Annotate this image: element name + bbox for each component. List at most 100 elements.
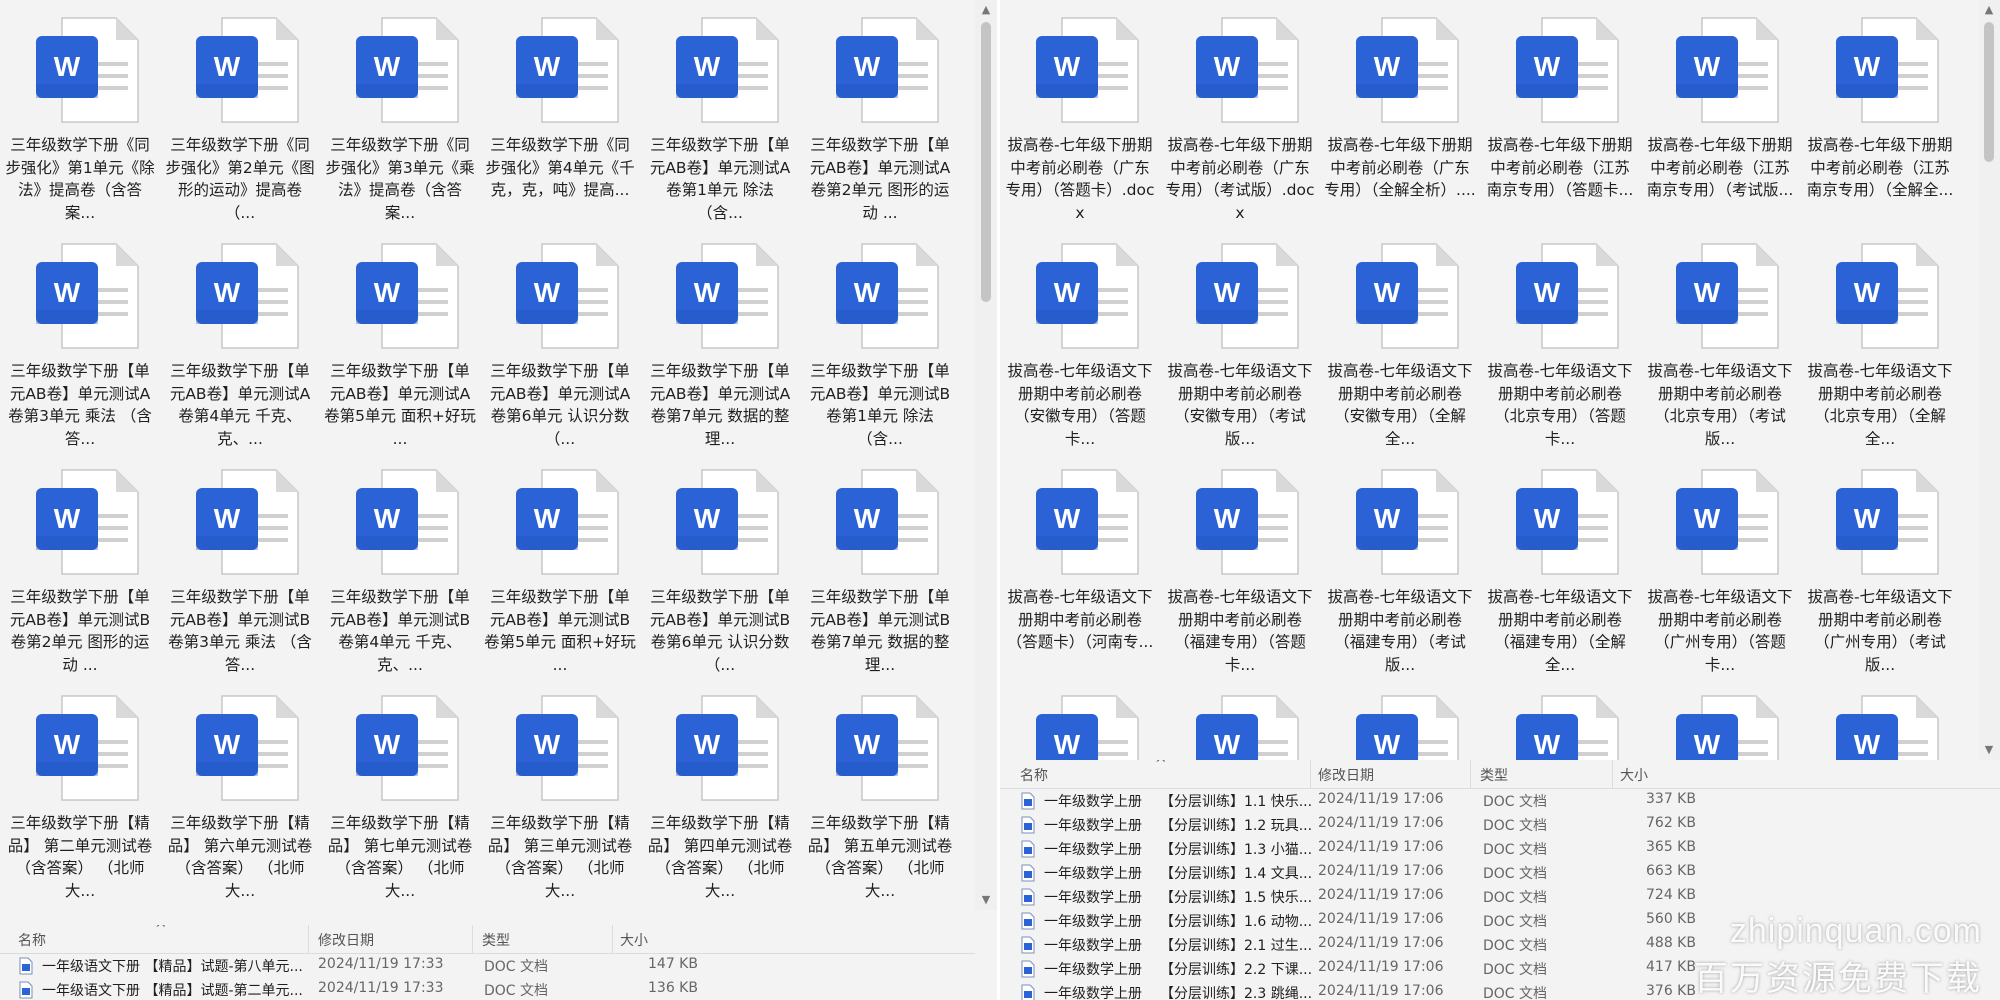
file-tile[interactable]: W 拔高卷-七年级语文下册期中考前必刷卷（答题卡）（河南专... <box>1000 452 1160 678</box>
file-tile[interactable]: W 拔高卷-七年级语文下册期中考前必刷卷（安徽专用）（考试版... <box>1160 226 1320 452</box>
file-tile[interactable]: W 三年级数学下册《同步强化》第2单元《图形的运动》提高卷（... <box>160 0 320 226</box>
file-tile[interactable]: W 三年级数学下册【精品】 第二单元测试卷 （含答案） （北师大... <box>0 678 160 904</box>
file-tile[interactable]: W <box>1480 678 1640 760</box>
list-row[interactable]: 一年级数学上册 【分层训练】1.4 文具... 2024/11/19 17:06 DO… <box>1000 861 2000 885</box>
row-date: 2024/11/19 17:06 <box>1318 815 1444 831</box>
scroll-down-arrow-icon[interactable]: ▼ <box>975 890 997 910</box>
file-tile[interactable]: W 三年级数学下册【精品】 第七单元测试卷 （含答案） （北师大... <box>320 678 480 904</box>
file-tile[interactable]: W 三年级数学下册【单元AB卷】单元测试A卷第6单元 认识分数 （... <box>480 226 640 452</box>
scroll-up-arrow-icon[interactable]: ▲ <box>975 0 997 20</box>
file-tile[interactable]: W 拔高卷-七年级下册期中考前必刷卷（广东专用）（答题卡）.docx <box>1000 0 1160 226</box>
file-tile[interactable]: W 三年级数学下册【单元AB卷】单元测试A卷第3单元 乘法 （含答... <box>0 226 160 452</box>
file-tile[interactable]: W 拔高卷-七年级语文下册期中考前必刷卷（广州专用）（考试版... <box>1800 452 1960 678</box>
file-tile[interactable]: W 拔高卷-七年级下册期中考前必刷卷（江苏南京专用）（答题卡... <box>1480 0 1640 226</box>
word-letter: W <box>373 51 401 82</box>
scrollbar-thumb[interactable] <box>981 22 991 302</box>
scroll-down-arrow-icon[interactable]: ▼ <box>1978 740 2000 760</box>
right-grid-scrollbar[interactable]: ▲ ▼ <box>1978 0 2000 760</box>
word-letter: W <box>1533 729 1561 760</box>
file-tile[interactable]: W 拔高卷-七年级语文下册期中考前必刷卷（北京专用）（全解全... <box>1800 226 1960 452</box>
file-tile[interactable]: W 拔高卷-七年级语文下册期中考前必刷卷（广州专用）（答题卡... <box>1640 452 1800 678</box>
column-header-name[interactable]: 名称 <box>18 930 46 950</box>
scrollbar-thumb[interactable] <box>1984 22 1994 162</box>
word-letter: W <box>1853 503 1881 534</box>
row-size: 376 KB <box>1646 983 1696 999</box>
file-tile[interactable]: W 三年级数学下册【单元AB卷】单元测试A卷第4单元 千克、克、... <box>160 226 320 452</box>
file-tile[interactable]: W 三年级数学下册【单元AB卷】单元测试A卷第7单元 数据的整理... <box>640 226 800 452</box>
file-tile[interactable]: W <box>1320 678 1480 760</box>
row-grade: 一年级数学上册 <box>1044 866 1142 882</box>
column-separator[interactable] <box>472 925 473 953</box>
word-document-icon: W <box>1672 14 1784 126</box>
file-tile[interactable]: W 拔高卷-七年级语文下册期中考前必刷卷（北京专用）（考试版... <box>1640 226 1800 452</box>
column-header-type[interactable]: 类型 <box>482 930 510 950</box>
file-tile[interactable]: W 拔高卷-七年级下册期中考前必刷卷（江苏南京专用）（全解全... <box>1800 0 1960 226</box>
column-separator[interactable] <box>612 925 613 953</box>
doc-file-icon <box>1021 816 1035 834</box>
file-tile[interactable]: W 三年级数学下册【单元AB卷】单元测试B卷第5单元 面积+好玩 ... <box>480 452 640 678</box>
file-tile[interactable]: W <box>1160 678 1320 760</box>
file-tile[interactable]: W 三年级数学下册【单元AB卷】单元测试B卷第4单元 千克、克、... <box>320 452 480 678</box>
column-header-date[interactable]: 修改日期 <box>318 930 374 950</box>
list-row[interactable]: 一年级语文下册 【精品】试题-第八单元... 2024/11/19 17:33 DO… <box>0 954 975 978</box>
left-grid-scrollbar[interactable]: ▲ ▼ <box>975 0 997 910</box>
file-tile[interactable]: W 三年级数学下册【精品】 第三单元测试卷 （含答案） （北师大... <box>480 678 640 904</box>
row-name: 【分层训练】2.2 下课... <box>1160 962 1313 978</box>
word-document-icon: W <box>1032 466 1144 578</box>
column-separator[interactable] <box>1470 760 1471 788</box>
file-tile[interactable]: W 三年级数学下册【单元AB卷】单元测试B卷第1单元 除法 （含... <box>800 226 960 452</box>
list-row[interactable]: 一年级数学上册 【分层训练】1.2 玩具... 2024/11/19 17:06 DO… <box>1000 813 2000 837</box>
list-row[interactable]: 一年级数学上册 【分层训练】1.3 小猫... 2024/11/19 17:06 DO… <box>1000 837 2000 861</box>
file-tile[interactable]: W 三年级数学下册【单元AB卷】单元测试B卷第6单元 认识分数 （... <box>640 452 800 678</box>
file-tile[interactable]: W 拔高卷-七年级语文下册期中考前必刷卷（福建专用）（全解全... <box>1480 452 1640 678</box>
file-tile[interactable]: W 拔高卷-七年级语文下册期中考前必刷卷（北京专用）（答题卡... <box>1480 226 1640 452</box>
file-tile[interactable]: W 三年级数学下册【单元AB卷】单元测试A卷第1单元 除法 （含... <box>640 0 800 226</box>
scroll-up-arrow-icon[interactable]: ▲ <box>1978 0 2000 20</box>
file-tile[interactable]: W 三年级数学下册《同步强化》第1单元《除法》提高卷（含答案... <box>0 0 160 226</box>
file-name: 三年级数学下册【精品】 第二单元测试卷 （含答案） （北师大... <box>7 814 153 900</box>
column-header-date[interactable]: 修改日期 <box>1318 765 1374 785</box>
file-tile[interactable]: W 拔高卷-七年级语文下册期中考前必刷卷（福建专用）（答题卡... <box>1160 452 1320 678</box>
file-tile[interactable]: W 拔高卷-七年级下册期中考前必刷卷（广东专用）（考试版）.docx <box>1160 0 1320 226</box>
file-tile[interactable]: W <box>1800 678 1960 760</box>
file-tile[interactable]: W 三年级数学下册【单元AB卷】单元测试B卷第7单元 数据的整理... <box>800 452 960 678</box>
list-row[interactable]: 一年级语文下册 【精品】试题-第二单元... 2024/11/19 17:33 DO… <box>0 978 975 1000</box>
file-tile[interactable]: W 三年级数学下册《同步强化》第4单元《千克，克，吨》提高... <box>480 0 640 226</box>
column-header-size[interactable]: 大小 <box>620 930 648 950</box>
word-letter: W <box>1853 51 1881 82</box>
file-tile[interactable]: W 拔高卷-七年级下册期中考前必刷卷（广东专用）（全解全析）.... <box>1320 0 1480 226</box>
column-header-type[interactable]: 类型 <box>1480 765 1508 785</box>
column-header-name[interactable]: 名称 <box>1020 765 1048 785</box>
file-tile[interactable]: W 拔高卷-七年级语文下册期中考前必刷卷（安徽专用）（答题卡... <box>1000 226 1160 452</box>
file-tile[interactable]: W 拔高卷-七年级语文下册期中考前必刷卷（福建专用）（考试版... <box>1320 452 1480 678</box>
column-separator[interactable] <box>1310 760 1311 788</box>
file-name: 三年级数学下册《同步强化》第3单元《乘法》提高卷（含答案... <box>325 136 475 222</box>
list-row[interactable]: 一年级数学上册 【分层训练】1.5 快乐... 2024/11/19 17:06 DO… <box>1000 885 2000 909</box>
doc-file-icon <box>19 981 33 999</box>
word-document-icon: W <box>1832 240 1944 352</box>
file-name: 拔高卷-七年级语文下册期中考前必刷卷（答题卡）（河南专... <box>1006 588 1154 651</box>
file-tile[interactable]: W 三年级数学下册《同步强化》第3单元《乘法》提高卷（含答案... <box>320 0 480 226</box>
list-row[interactable]: 一年级数学上册 【分层训练】1.1 快乐... 2024/11/19 17:06 DO… <box>1000 789 2000 813</box>
left-explorer-pane: W 三年级数学下册《同步强化》第1单元《除法》提高卷（含答案... W 三年级数学下册… <box>0 0 997 1000</box>
file-tile[interactable]: W 拔高卷-七年级语文下册期中考前必刷卷（安徽专用）（全解全... <box>1320 226 1480 452</box>
word-document-icon: W <box>832 240 944 352</box>
column-separator[interactable] <box>1612 760 1613 788</box>
file-tile[interactable]: W 三年级数学下册【单元AB卷】单元测试A卷第5单元 面积+好玩 ... <box>320 226 480 452</box>
file-tile[interactable]: W 三年级数学下册【精品】 第六单元测试卷 （含答案） （北师大... <box>160 678 320 904</box>
file-tile[interactable]: W 三年级数学下册【精品】 第五单元测试卷 （含答案） （北师大... <box>800 678 960 904</box>
word-letter: W <box>1693 51 1721 82</box>
file-tile[interactable]: W <box>1000 678 1160 760</box>
word-letter: W <box>1693 503 1721 534</box>
row-date: 2024/11/19 17:06 <box>1318 983 1444 999</box>
file-tile[interactable]: W 三年级数学下册【单元AB卷】单元测试B卷第3单元 乘法 （含答... <box>160 452 320 678</box>
file-tile[interactable]: W <box>1640 678 1800 760</box>
column-header-size[interactable]: 大小 <box>1620 765 1648 785</box>
file-tile[interactable]: W 三年级数学下册【单元AB卷】单元测试B卷第2单元 图形的运动 ... <box>0 452 160 678</box>
word-letter: W <box>53 51 81 82</box>
file-tile[interactable]: W 三年级数学下册【单元AB卷】单元测试A卷第2单元 图形的运动 ... <box>800 0 960 226</box>
column-separator[interactable] <box>308 925 309 953</box>
file-tile[interactable]: W 三年级数学下册【精品】 第四单元测试卷 （含答案） （北师大... <box>640 678 800 904</box>
file-tile[interactable]: W 拔高卷-七年级下册期中考前必刷卷（江苏南京专用）（考试版... <box>1640 0 1800 226</box>
file-name: 拔高卷-七年级语文下册期中考前必刷卷（福建专用）（全解全... <box>1487 588 1633 674</box>
